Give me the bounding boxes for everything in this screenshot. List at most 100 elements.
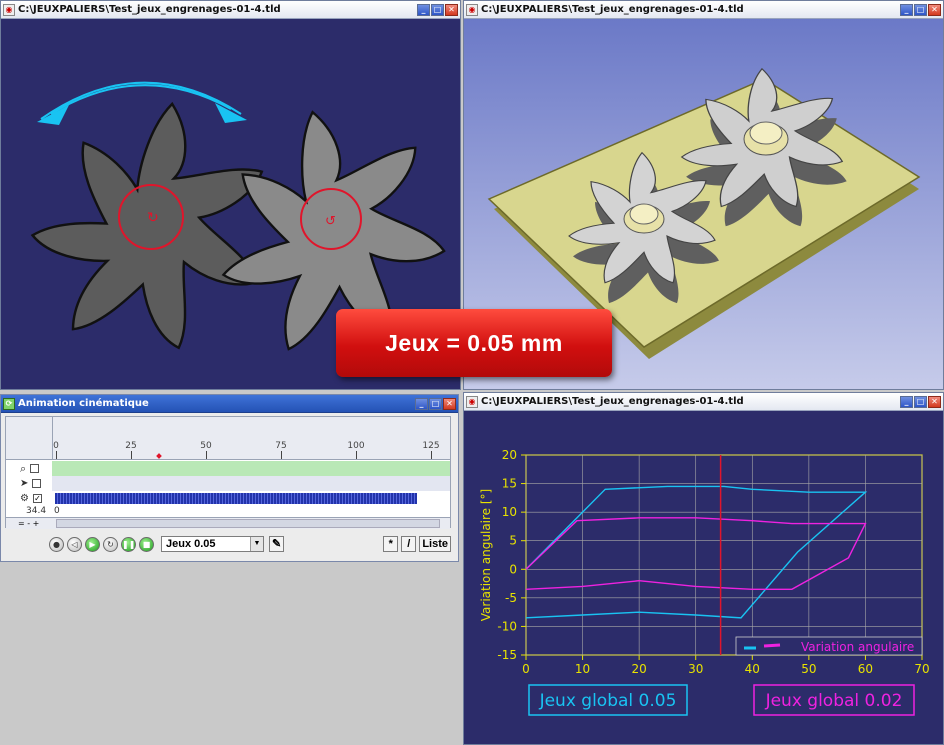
graph-viewport[interactable]: 0 10 20 30 40 50 60 70 20 15 10 5 0 -5 -10 -15 Variation… [464, 411, 943, 744]
timeline-scrollbar[interactable]: = - + [6, 517, 450, 529]
view-checkbox[interactable] [30, 464, 40, 473]
timeline-row-select: ➤ [6, 476, 450, 491]
animation-titlebar[interactable]: ⟳ Animation cinématique _ □ ✕ [1, 395, 458, 413]
jeux-label-1: Jeux global 0.05 [539, 691, 677, 711]
slash-button[interactable]: / [401, 536, 417, 552]
timeline-row-view: ⌕ [6, 461, 450, 476]
legend-label: Variation angulaire [801, 640, 914, 654]
chevron-down-icon[interactable]: ▼ [250, 537, 263, 551]
ruler-tick [431, 451, 432, 459]
stop-button[interactable]: ■ [139, 536, 154, 552]
backlash-banner: Jeux = 0.05 mm [336, 309, 612, 377]
y-tick-label: 15 [502, 477, 517, 491]
rotation-arc [50, 84, 232, 115]
x-tick-label: 40 [745, 662, 760, 676]
current-value: 34.4 [26, 506, 47, 516]
x-tick-label: 70 [914, 662, 929, 676]
maximize-button[interactable]: □ [914, 3, 927, 16]
gear-3d-titlebar[interactable]: ◉ C:\JEUXPALIERS\Test_jeux_engrenages-01… [464, 1, 943, 19]
y-tick-label: 5 [509, 534, 517, 548]
window-title: C:\JEUXPALIERS\Test_jeux_engrenages-01-4… [481, 396, 744, 407]
ruler-tick [56, 451, 57, 459]
ruler-tick [281, 451, 282, 459]
ruler-tick-label: 50 [200, 441, 212, 451]
rotation-symbol-icon: ↺ [325, 214, 336, 229]
step-back-button[interactable]: ◁ [67, 536, 82, 552]
pointer-icon: ➤ [20, 478, 29, 489]
close-button[interactable]: ✕ [443, 397, 456, 410]
window-icon: ◉ [466, 395, 478, 408]
y-tick-label: 0 [509, 562, 517, 576]
ruler-tick [131, 451, 132, 459]
x-tick-label: 60 [858, 662, 873, 676]
view-track[interactable] [52, 461, 450, 476]
close-button[interactable]: ✕ [445, 3, 458, 16]
shaft-top-3d [629, 203, 659, 225]
x-tick-label: 30 [688, 662, 703, 676]
minimize-button[interactable]: _ [415, 397, 428, 410]
graph-titlebar[interactable]: ◉ C:\JEUXPALIERS\Test_jeux_engrenages-01… [464, 393, 943, 411]
graph-window: ◉ C:\JEUXPALIERS\Test_jeux_engrenages-01… [463, 392, 944, 745]
animation-toolbar: ● ◁ ▶ ↻ ❚❚ ■ Jeux 0.05 ▼ ✎ * / Liste [49, 533, 451, 555]
motion-checkbox[interactable]: ✓ [32, 494, 42, 503]
jeux-label-2: Jeux global 0.02 [765, 691, 903, 711]
plot-frame [525, 454, 923, 656]
legend-swatch-2 [763, 643, 781, 648]
minimize-button[interactable]: _ [900, 3, 913, 16]
close-button[interactable]: ✕ [928, 395, 941, 408]
arrow-right-icon [215, 103, 247, 123]
ruler-tick [356, 451, 357, 459]
zoom-controls[interactable]: = - + [18, 519, 39, 528]
animation-panel: ⟳ Animation cinématique _ □ ✕ 0 25 50 75 100… [0, 394, 459, 562]
animation-icon: ⟳ [3, 397, 15, 410]
time-cursor[interactable] [156, 453, 163, 459]
motion-track[interactable] [55, 493, 417, 504]
ruler-tick-label: 75 [275, 441, 287, 451]
angular-variation-chart: 0 10 20 30 40 50 60 7020151050-5-10-15Variation… [479, 448, 930, 716]
desktop-background [0, 562, 461, 745]
window-title: C:\JEUXPALIERS\Test_jeux_engrenages-01-4… [18, 4, 281, 15]
ruler-tick-label: 125 [422, 441, 440, 451]
scenario-value: Jeux 0.05 [166, 538, 216, 550]
y-tick-label: -5 [505, 591, 517, 605]
x-tick-label: 0 [522, 662, 530, 676]
settings-button[interactable]: ✎ [269, 536, 285, 552]
minimize-button[interactable]: _ [417, 3, 430, 16]
x-tick-label: 20 [632, 662, 647, 676]
animation-title: Animation cinématique [18, 398, 149, 409]
select-track[interactable] [52, 476, 450, 491]
maximize-button[interactable]: □ [431, 3, 444, 16]
record-button[interactable]: ● [49, 536, 64, 552]
close-button[interactable]: ✕ [928, 3, 941, 16]
timeline-ruler[interactable]: 0 25 50 75 100 125 [52, 417, 450, 460]
mechanism-icon: ⚙ [20, 493, 29, 504]
y-tick-label: 10 [502, 505, 517, 519]
zoom-icon: ⌕ [20, 461, 27, 475]
timeline-row-value: 34.4 0 [6, 506, 450, 517]
shaft-top-3d [749, 121, 783, 145]
gear-2d-titlebar[interactable]: ◉ C:\JEUXPALIERS\Test_jeux_engrenages-01… [1, 1, 460, 19]
select-checkbox[interactable] [32, 479, 42, 488]
minimize-button[interactable]: _ [900, 395, 913, 408]
window-icon: ◉ [466, 3, 478, 16]
ruler-tick-label: 25 [125, 441, 137, 451]
scenario-select[interactable]: Jeux 0.05 ▼ [161, 536, 264, 552]
ruler-tick [206, 451, 207, 459]
row-value: 0 [54, 506, 60, 516]
arrow-left-icon [37, 105, 69, 125]
maximize-button[interactable]: □ [914, 395, 927, 408]
y-tick-label: -10 [497, 619, 517, 633]
maximize-button[interactable]: □ [429, 397, 442, 410]
timeline[interactable]: 0 25 50 75 100 125 ⌕ ➤ ⚙ ✓ 34.4 0 = - + [5, 416, 451, 529]
pause-button[interactable]: ❚❚ [121, 536, 136, 552]
list-button[interactable]: Liste [419, 536, 451, 552]
timeline-corner [6, 417, 53, 460]
loop-button[interactable]: ↻ [103, 536, 118, 552]
scroll-thumb[interactable] [56, 519, 440, 528]
y-tick-label: 20 [502, 448, 517, 462]
x-tick-label: 10 [575, 662, 590, 676]
play-button[interactable]: ▶ [85, 536, 100, 552]
timeline-row-motion: ⚙ ✓ [6, 491, 450, 506]
rotation-arc [40, 81, 242, 120]
star-button[interactable]: * [383, 536, 399, 552]
